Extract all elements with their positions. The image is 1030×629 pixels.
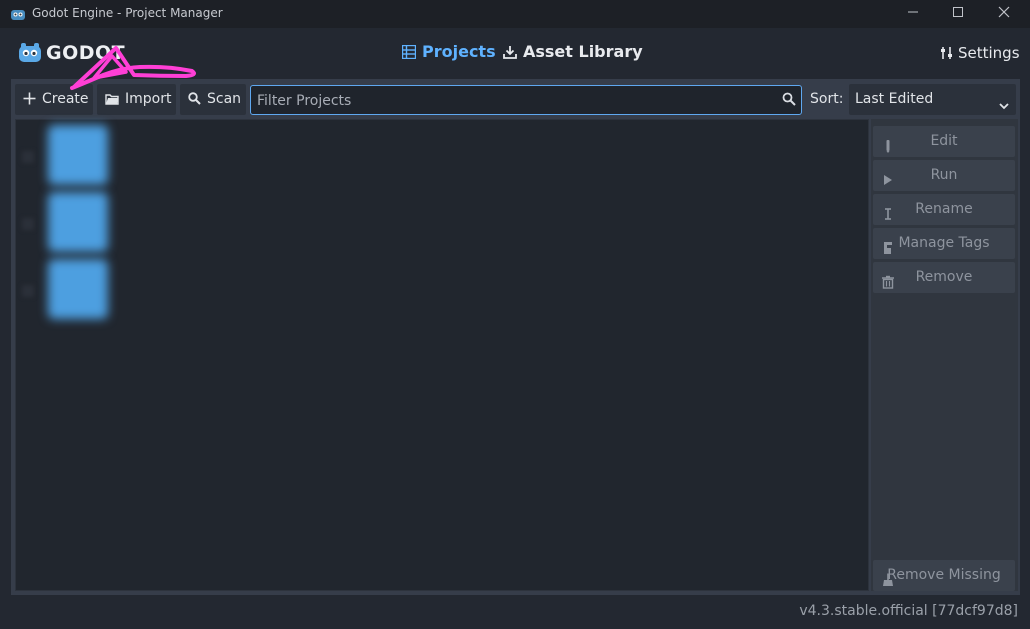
project-row[interactable]	[18, 189, 866, 255]
folder-icon	[105, 86, 119, 117]
tab-projects-label: Projects	[422, 42, 496, 61]
window-title: Godot Engine - Project Manager	[32, 6, 223, 20]
create-label: Create	[42, 91, 89, 107]
tab-projects[interactable]: Projects	[401, 42, 496, 68]
import-button[interactable]: Import	[97, 84, 176, 115]
tab-asset-library[interactable]: Asset Library	[503, 42, 643, 68]
title-bar: Godot Engine - Project Manager	[0, 0, 1030, 28]
search-icon	[782, 92, 796, 110]
project-row[interactable]	[18, 122, 866, 188]
rename-button[interactable]: Rename	[873, 194, 1015, 225]
version-label: v4.3.stable.official [77dcf97d8]	[799, 603, 1018, 619]
search-icon	[188, 86, 201, 117]
manage-tags-button[interactable]: Manage Tags	[873, 228, 1015, 259]
filter-projects-field[interactable]	[250, 85, 802, 115]
tab-asset-library-label: Asset Library	[523, 42, 643, 61]
manage-tags-label: Manage Tags	[898, 235, 990, 251]
godot-icon	[10, 6, 26, 22]
project-thumbnail	[48, 259, 108, 319]
settings-button[interactable]: Settings	[940, 44, 1020, 64]
sort-value: Last Edited	[855, 91, 934, 107]
filter-projects-input[interactable]	[255, 88, 779, 114]
broom-icon	[881, 568, 895, 599]
settings-sliders-icon	[940, 46, 953, 64]
rename-label: Rename	[915, 201, 973, 217]
scan-button[interactable]: Scan	[180, 84, 246, 115]
edit-label: Edit	[930, 133, 958, 149]
scan-label: Scan	[207, 91, 242, 107]
favorite-toggle[interactable]	[22, 218, 34, 230]
remove-missing-button[interactable]: Remove Missing	[873, 560, 1015, 591]
maximize-icon[interactable]	[935, 0, 981, 28]
plus-icon	[23, 86, 36, 117]
run-label: Run	[930, 167, 958, 183]
projects-list-icon	[401, 44, 417, 63]
minimize-icon[interactable]	[890, 0, 936, 28]
logo-text: GODOT	[46, 42, 126, 64]
edit-button[interactable]: Edit	[873, 126, 1015, 157]
project-thumbnail	[48, 125, 108, 185]
sort-label: Sort:	[810, 91, 844, 107]
project-thumbnail	[48, 192, 108, 252]
run-button[interactable]: Run	[873, 160, 1015, 191]
godot-logo-icon	[17, 40, 43, 70]
import-label: Import	[125, 91, 172, 107]
close-icon[interactable]	[981, 0, 1027, 28]
project-row[interactable]	[18, 256, 866, 322]
remove-button[interactable]: Remove	[873, 262, 1015, 293]
favorite-toggle[interactable]	[22, 285, 34, 297]
settings-label: Settings	[958, 44, 1020, 62]
download-icon	[503, 44, 517, 63]
favorite-toggle[interactable]	[22, 151, 34, 163]
remove-label: Remove	[915, 269, 973, 285]
trash-icon	[881, 270, 895, 301]
create-button[interactable]: Create	[15, 84, 93, 115]
remove-missing-label: Remove Missing	[887, 567, 1001, 583]
sort-select[interactable]: Last Edited	[849, 84, 1016, 115]
